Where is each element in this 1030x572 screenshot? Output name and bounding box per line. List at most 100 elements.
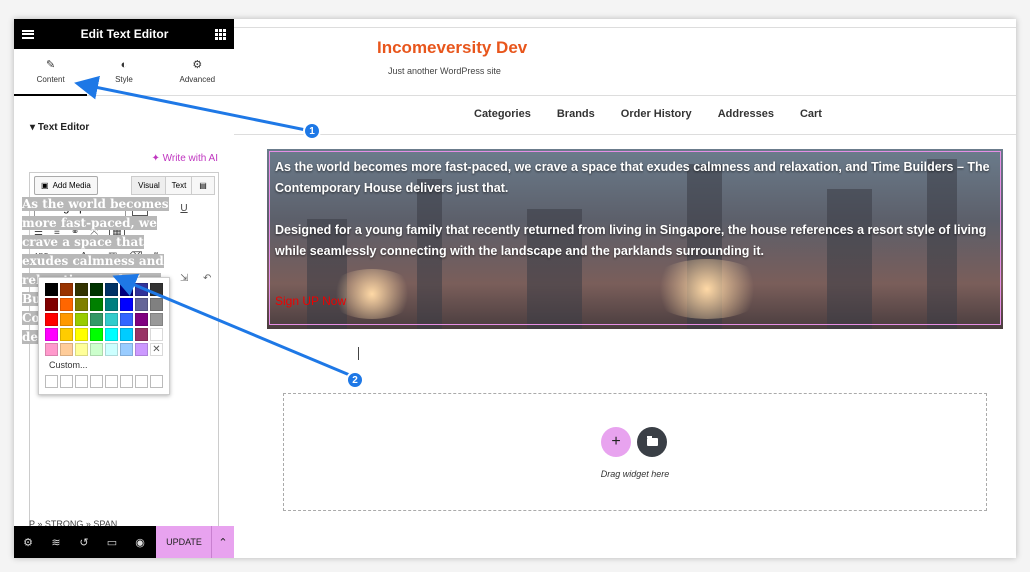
custom-color-slots (45, 375, 163, 388)
chevron-up-icon: ⌃ (218, 536, 228, 549)
color-swatch[interactable] (45, 328, 58, 341)
color-swatch[interactable] (90, 283, 103, 296)
hero-text: As the world becomes more fast-paced, we… (275, 157, 1000, 262)
color-swatch[interactable] (135, 313, 148, 326)
undo-icon[interactable]: ↶ (203, 273, 211, 284)
section-toggle-text-editor[interactable]: ▾ Text Editor (30, 122, 234, 133)
remove-color-icon[interactable]: ✕ (150, 343, 163, 356)
color-swatch[interactable] (150, 313, 163, 326)
write-ai-label: Write with AI (162, 153, 218, 164)
color-swatch[interactable] (75, 343, 88, 356)
widget-dropzone[interactable]: + Drag widget here (283, 393, 987, 511)
toolbar-toggle-button[interactable]: ▤ (191, 176, 215, 195)
tab-content-label: Content (36, 75, 65, 84)
color-swatch[interactable] (75, 298, 88, 311)
color-swatch[interactable] (105, 298, 118, 311)
tab-style[interactable]: ◐ Style (87, 49, 160, 95)
widgets-grid-icon[interactable] (215, 28, 226, 40)
color-swatch[interactable] (75, 313, 88, 326)
color-swatch[interactable] (105, 283, 118, 296)
layers-icon[interactable]: ≋ (42, 536, 70, 549)
hero-section[interactable]: As the world becomes more fast-paced, we… (267, 149, 1003, 329)
settings-icon[interactable]: ⚙ (14, 536, 42, 549)
custom-color-button[interactable]: Custom... (49, 360, 88, 370)
color-swatch[interactable] (90, 313, 103, 326)
custom-color-slot[interactable] (90, 375, 103, 388)
custom-color-slot[interactable] (150, 375, 163, 388)
color-swatch[interactable] (60, 298, 73, 311)
color-picker-popup: ✕ Custom... (38, 277, 170, 395)
tab-content[interactable]: ✎ Content (14, 49, 88, 96)
color-swatch[interactable] (120, 283, 133, 296)
color-swatch[interactable] (120, 328, 133, 341)
custom-color-slot[interactable] (60, 375, 73, 388)
color-swatch[interactable] (150, 328, 163, 341)
add-section-button[interactable]: + (601, 427, 631, 457)
site-title[interactable]: Incomeversity Dev (377, 38, 527, 58)
color-swatch[interactable] (45, 313, 58, 326)
color-swatch[interactable] (150, 283, 163, 296)
color-swatch[interactable] (45, 298, 58, 311)
tab-advanced-label: Advanced (179, 75, 216, 84)
panel-tabs: ✎ Content ◐ Style ⚙ Advanced (14, 49, 234, 96)
tab-style-label: Style (115, 75, 133, 84)
color-swatch[interactable] (45, 283, 58, 296)
color-swatch[interactable] (135, 328, 148, 341)
write-with-ai-button[interactable]: ✦ Write with AI (151, 153, 218, 164)
custom-color-slot[interactable] (75, 375, 88, 388)
color-swatch[interactable] (90, 328, 103, 341)
custom-color-slot[interactable] (45, 375, 58, 388)
custom-color-slot[interactable] (135, 375, 148, 388)
color-swatch[interactable] (60, 313, 73, 326)
color-swatch[interactable] (105, 313, 118, 326)
color-swatch[interactable] (135, 343, 148, 356)
color-swatch[interactable] (135, 298, 148, 311)
color-swatch[interactable] (90, 298, 103, 311)
custom-color-slot[interactable] (120, 375, 133, 388)
plus-icon: + (611, 433, 621, 450)
preview-eye-icon[interactable]: ◉ (126, 536, 154, 549)
hamburger-menu-icon[interactable] (22, 29, 34, 39)
add-media-button[interactable]: ▣ Add Media (34, 176, 98, 195)
color-swatch[interactable] (60, 328, 73, 341)
nav-addresses[interactable]: Addresses (718, 108, 774, 120)
custom-color-slot[interactable] (105, 375, 118, 388)
color-swatch[interactable] (150, 298, 163, 311)
nav-order-history[interactable]: Order History (621, 108, 692, 120)
nav-cart[interactable]: Cart (800, 108, 822, 120)
panel-title: Edit Text Editor (80, 27, 169, 41)
color-swatch[interactable] (105, 343, 118, 356)
color-swatch[interactable] (75, 328, 88, 341)
color-swatch[interactable] (120, 313, 133, 326)
site-tagline: Just another WordPress site (388, 66, 501, 76)
sign-up-link[interactable]: Sign UP Now (275, 294, 346, 308)
color-swatch[interactable] (90, 343, 103, 356)
hero-paragraph-1: As the world becomes more fast-paced, we… (275, 160, 990, 195)
color-swatch[interactable] (60, 343, 73, 356)
color-swatch[interactable] (45, 343, 58, 356)
color-swatch[interactable] (105, 328, 118, 341)
color-swatch[interactable] (135, 283, 148, 296)
history-icon[interactable]: ↺ (70, 536, 98, 549)
color-swatch[interactable] (75, 283, 88, 296)
tab-visual[interactable]: Visual (131, 176, 167, 195)
nav-brands[interactable]: Brands (557, 108, 595, 120)
keyboard-icon: ▤ (199, 181, 207, 190)
update-button[interactable]: UPDATE (156, 526, 212, 558)
dropzone-label: Drag widget here (600, 469, 670, 479)
nav-categories[interactable]: Categories (474, 108, 531, 120)
color-swatch[interactable] (120, 298, 133, 311)
contrast-icon: ◐ (120, 59, 128, 71)
template-library-button[interactable] (637, 427, 667, 457)
tab-advanced[interactable]: ⚙ Advanced (161, 49, 234, 95)
color-swatch[interactable] (120, 343, 133, 356)
update-options-button[interactable]: ⌃ (211, 526, 234, 558)
sidebar-footer: ⚙ ≋ ↺ ▭ ◉ UPDATE ⌃ (14, 526, 234, 558)
tab-text[interactable]: Text (165, 176, 193, 195)
folder-icon (646, 436, 658, 446)
tab-text-label: Text (171, 181, 187, 190)
color-swatch[interactable] (60, 283, 73, 296)
tab-visual-label: Visual (138, 181, 160, 190)
responsive-icon[interactable]: ▭ (98, 536, 126, 549)
color-swatches: ✕ (45, 283, 163, 356)
